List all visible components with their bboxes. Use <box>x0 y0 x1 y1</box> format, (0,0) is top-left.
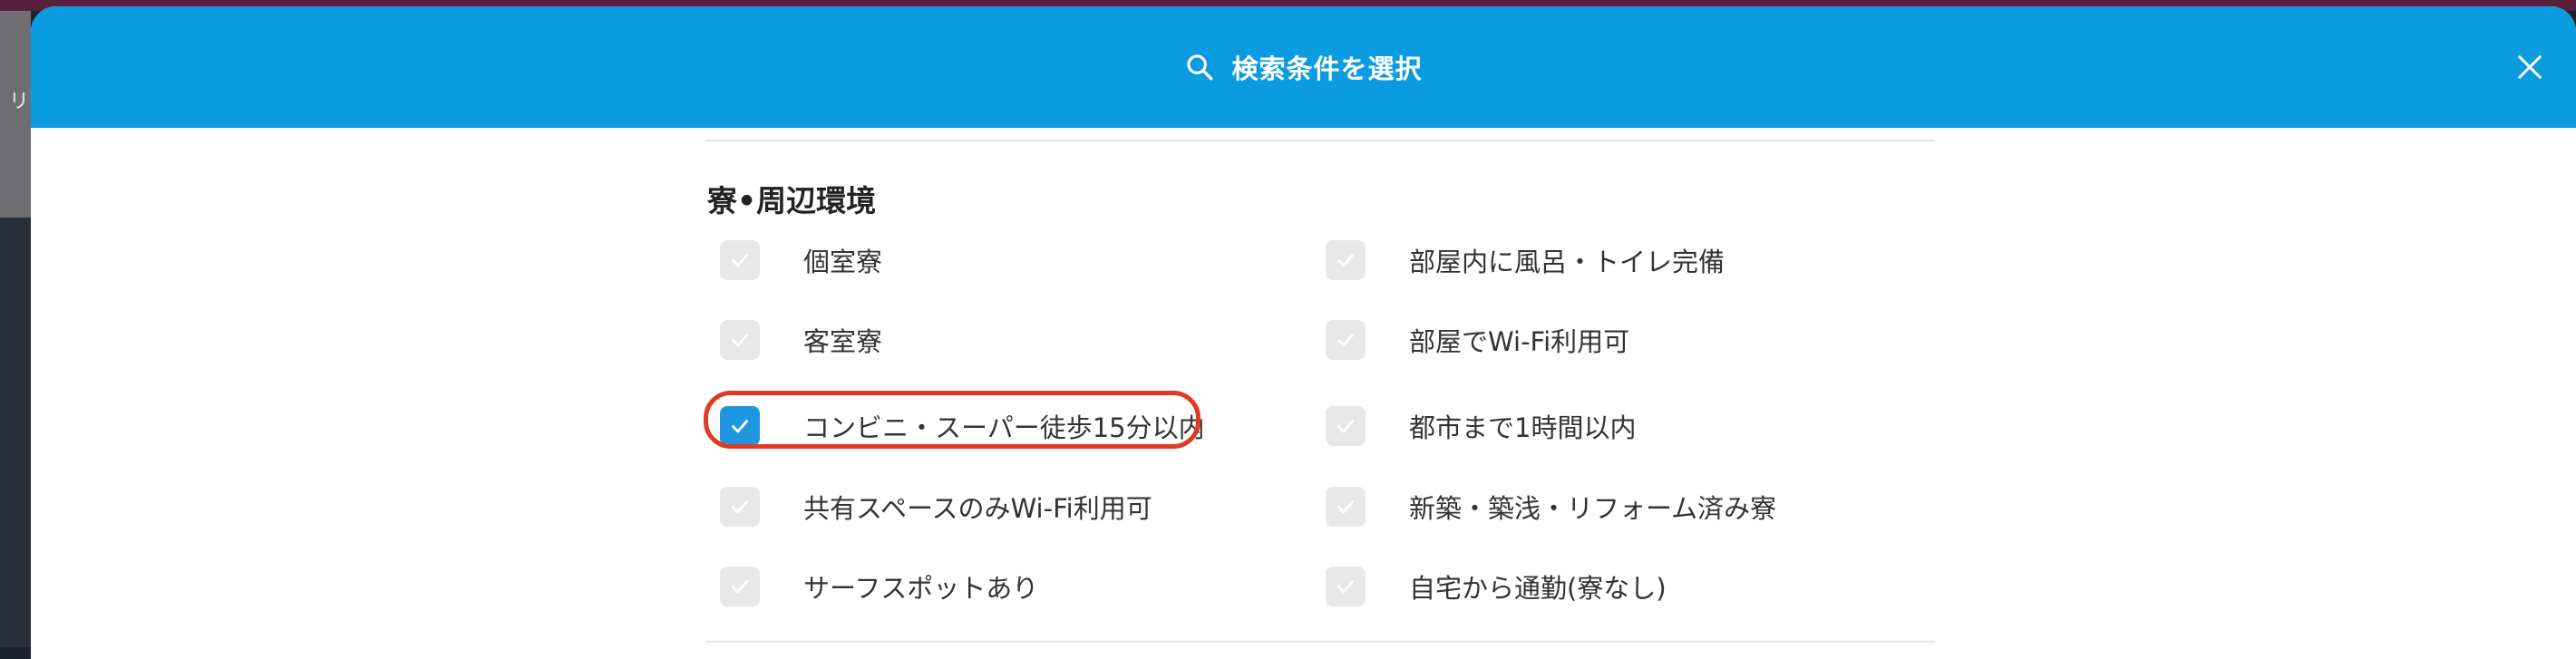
checkbox[interactable] <box>1326 406 1366 446</box>
option-label: 自宅から通勤(寮なし) <box>1409 573 1667 604</box>
option-label: 個室寮 <box>803 247 883 277</box>
option-label: 部屋内に風呂・トイレ完備 <box>1409 247 1725 277</box>
modal-title: 検索条件を選択 <box>31 6 2576 128</box>
option-label: コンビニ・スーパー徒歩15分以内 <box>803 412 1205 443</box>
section-title: 寮•周辺環境 <box>707 183 877 218</box>
option-commute-from-home[interactable]: 自宅から通勤(寮なし) <box>1326 557 1667 615</box>
option-private-room-dorm[interactable]: 個室寮 <box>720 231 882 289</box>
option-surf-spot[interactable]: サーフスポットあり <box>720 557 1038 615</box>
option-label: サーフスポットあり <box>803 573 1039 604</box>
check-icon <box>1337 580 1354 594</box>
checkbox[interactable] <box>720 487 760 527</box>
check-icon <box>732 580 748 594</box>
section-divider-top <box>705 140 1935 141</box>
option-new-renovated-dorm[interactable]: 新築・築浅・リフォーム済み寮 <box>1326 478 1776 536</box>
option-private-bath-toilet[interactable]: 部屋内に風呂・トイレ完備 <box>1326 231 1725 289</box>
check-icon <box>732 420 748 433</box>
checkbox[interactable] <box>1326 320 1366 360</box>
check-icon <box>1337 420 1354 433</box>
option-guest-room-dorm[interactable]: 客室寮 <box>720 311 882 369</box>
option-city-within-hour[interactable]: 都市まで1時間以内 <box>1326 397 1636 455</box>
check-icon <box>732 500 748 514</box>
background-dark-strip <box>0 218 31 647</box>
checkbox[interactable] <box>1326 487 1366 527</box>
checkbox[interactable] <box>720 320 760 360</box>
check-icon <box>732 334 748 347</box>
check-icon <box>732 254 748 267</box>
option-label: 共有スペースのみWi-Fi利用可 <box>803 493 1152 524</box>
checkbox-checked[interactable] <box>720 406 760 446</box>
background-text: リ <box>9 91 30 113</box>
check-icon <box>1337 334 1354 347</box>
modal-header: 検索条件を選択 <box>31 6 2576 128</box>
option-room-wifi[interactable]: 部屋でWi-Fi利用可 <box>1326 311 1629 369</box>
check-icon <box>1337 254 1354 267</box>
option-label: 客室寮 <box>803 326 883 357</box>
option-shared-space-wifi[interactable]: 共有スペースのみWi-Fi利用可 <box>720 478 1152 536</box>
checkbox[interactable] <box>720 567 760 606</box>
checkbox[interactable] <box>720 240 760 280</box>
check-icon <box>1337 500 1354 514</box>
option-label: 都市まで1時間以内 <box>1409 412 1637 443</box>
option-label: 新築・築浅・リフォーム済み寮 <box>1409 493 1777 524</box>
checkbox[interactable] <box>1326 567 1366 606</box>
section-divider-bottom <box>705 641 1935 643</box>
option-convenience-store-nearby[interactable]: コンビニ・スーパー徒歩15分以内 <box>720 397 1205 455</box>
search-conditions-modal: 検索条件を選択 寮•周辺環境 個室寮 客室寮 コンビニ・スーパー徒歩15分以内 … <box>31 6 2576 659</box>
option-label: 部屋でWi-Fi利用可 <box>1409 326 1630 357</box>
close-button[interactable] <box>2503 41 2556 93</box>
background-page-strip: リ <box>0 11 31 218</box>
search-icon <box>1187 54 1213 81</box>
checkbox[interactable] <box>1326 240 1366 280</box>
close-icon <box>2518 55 2542 79</box>
modal-title-text: 検索条件を選択 <box>1231 53 1423 84</box>
